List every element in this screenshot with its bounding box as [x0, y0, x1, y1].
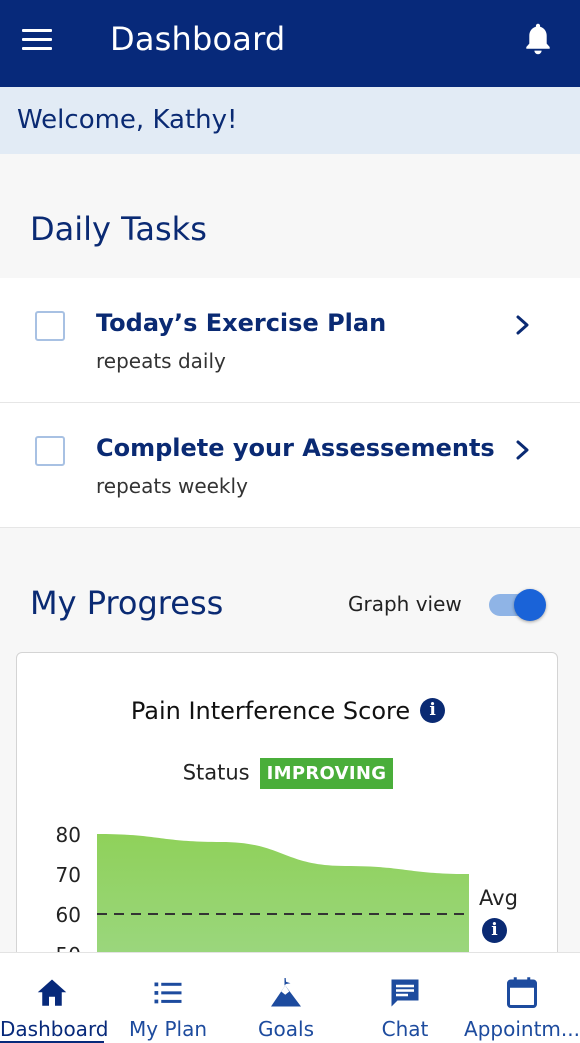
status-label: Status [182, 760, 250, 785]
bottom-navigation: Dashboard My Plan Goals Chat Appointm... [0, 952, 580, 1043]
nav-label: My Plan [129, 1017, 207, 1041]
avg-label: Avg [479, 886, 518, 910]
status-row: Status IMPROVING [17, 758, 557, 789]
page-title: Dashboard [110, 20, 286, 58]
toggle-knob[interactable] [514, 589, 546, 621]
hamburger-menu-icon[interactable] [20, 26, 54, 54]
chevron-right-icon[interactable] [514, 314, 532, 336]
task-subtitle: repeats daily [96, 349, 226, 373]
list-icon [154, 982, 182, 1004]
task-checkbox[interactable] [35, 311, 65, 341]
nav-dashboard[interactable]: Dashboard [0, 953, 109, 1043]
graph-view-label: Graph view [348, 592, 462, 616]
home-icon [37, 979, 67, 1006]
task-checkbox[interactable] [35, 436, 65, 466]
task-row-exercise-plan[interactable]: Today’s Exercise Plan repeats daily [0, 278, 580, 403]
y-tick-label: 70 [56, 863, 81, 887]
daily-tasks-title: Daily Tasks [30, 210, 207, 248]
nav-appointments[interactable]: Appointm... [464, 953, 580, 1043]
app-bar: Dashboard [0, 0, 580, 87]
status-badge: IMPROVING [259, 758, 394, 789]
chevron-right-icon[interactable] [514, 439, 532, 461]
y-tick-label: 80 [56, 823, 81, 847]
nav-chat[interactable]: Chat [352, 953, 458, 1043]
nav-label: Appointm... [464, 1017, 580, 1041]
welcome-text: Welcome, Kathy! [17, 105, 238, 135]
chat-bubble-icon [391, 979, 419, 1007]
graph-view-toggle[interactable] [487, 589, 546, 621]
mountain-flag-icon [271, 978, 301, 1007]
nav-label: Goals [258, 1017, 314, 1041]
nav-label: Dashboard [0, 1017, 109, 1041]
y-tick-label: 60 [56, 903, 81, 927]
avg-info-icon[interactable]: i [482, 918, 507, 943]
my-progress-title: My Progress [30, 584, 224, 622]
welcome-banner: Welcome, Kathy! [0, 87, 580, 154]
nav-label: Chat [381, 1017, 429, 1041]
info-icon[interactable]: i [420, 697, 446, 723]
card-title-row: Pain Interference Score i [17, 697, 557, 725]
card-title: Pain Interference Score [130, 697, 411, 725]
calendar-icon [507, 977, 537, 1008]
task-name: Today’s Exercise Plan [96, 309, 387, 337]
nav-my-plan[interactable]: My Plan [114, 953, 222, 1043]
nav-goals[interactable]: Goals [232, 953, 340, 1043]
bell-icon[interactable] [520, 20, 556, 60]
task-row-assessments[interactable]: Complete your Assessements repeats weekl… [0, 403, 580, 528]
task-subtitle: repeats weekly [96, 474, 248, 498]
task-name: Complete your Assessements [96, 434, 495, 462]
